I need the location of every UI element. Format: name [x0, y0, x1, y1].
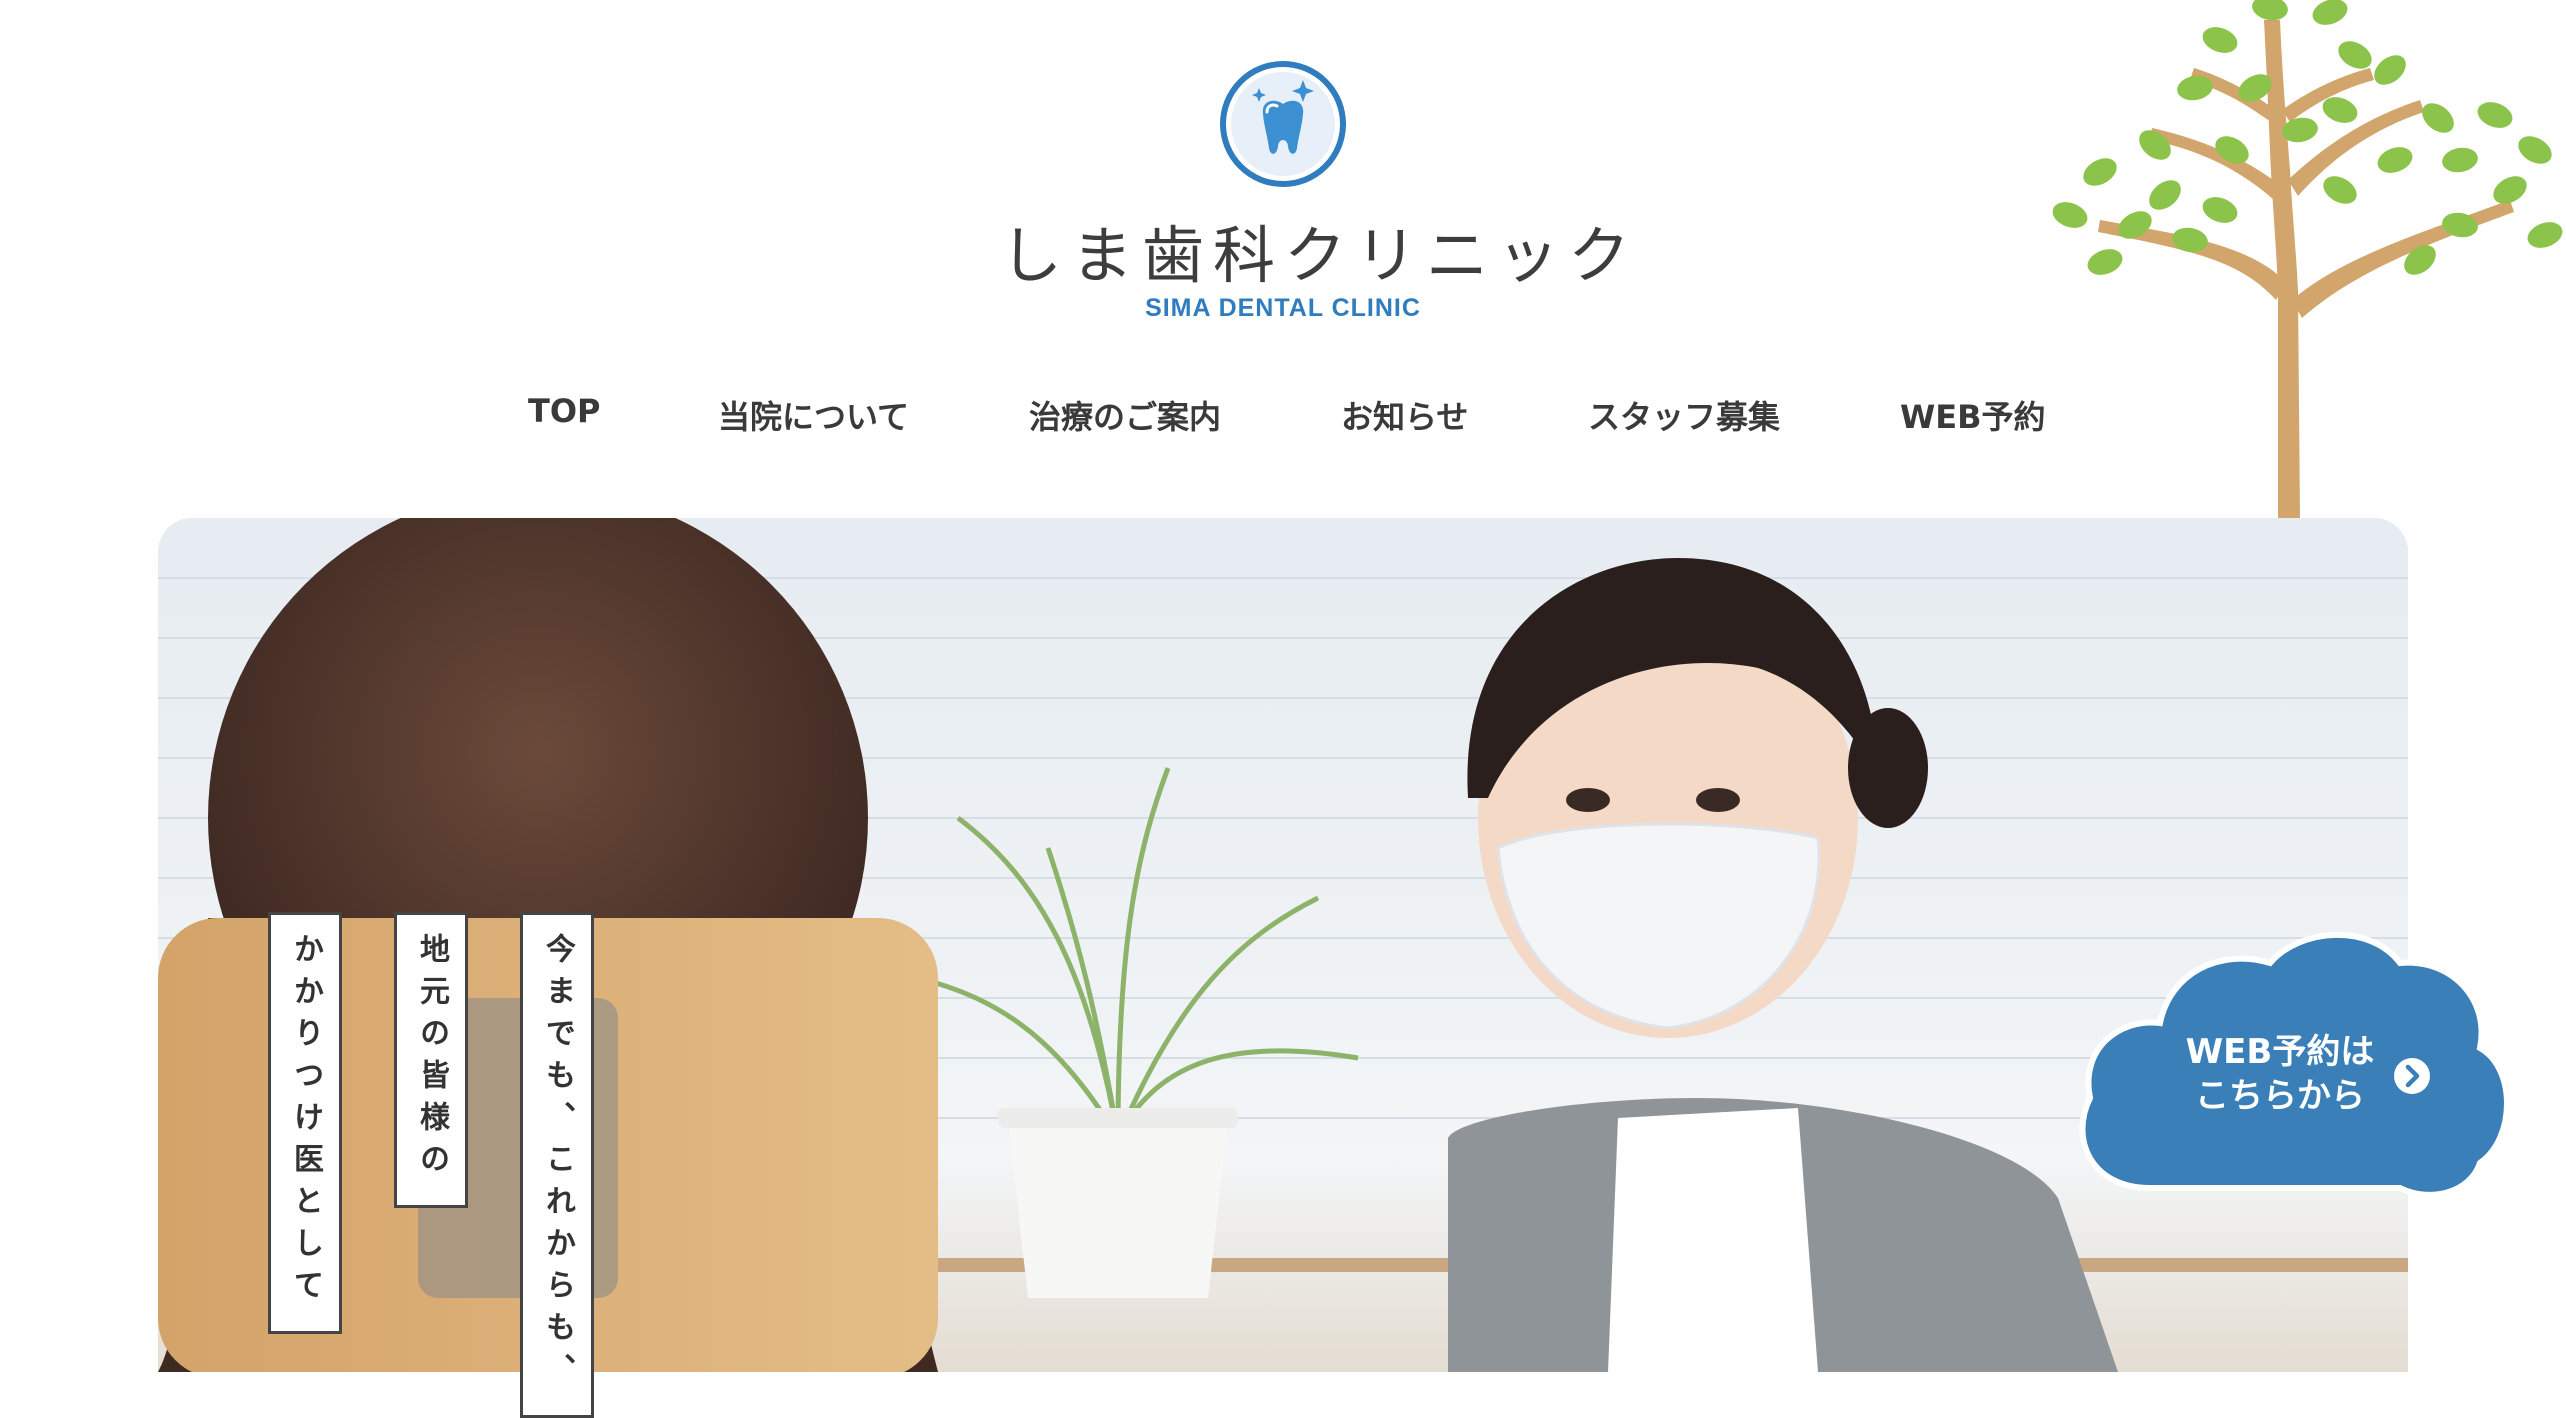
nav-item-news[interactable]: お知らせ	[1341, 392, 1468, 438]
web-reserve-label[interactable]: WEB予約は こちらから	[2160, 1030, 2400, 1118]
web-reserve-line1: WEB予約は	[2185, 1032, 2375, 1072]
tree-illustration	[2052, 0, 2563, 520]
web-reserve-line2: こちらから	[2195, 1076, 2365, 1116]
clinic-name: しま歯科クリニック	[1000, 219, 1640, 292]
nav-item-about[interactable]: 当院について	[718, 392, 909, 438]
nav-item-treatment[interactable]: 治療のご案内	[1029, 392, 1221, 438]
chevron-right-circle-icon[interactable]	[2392, 1056, 2432, 1096]
catch-line-2: 地元の皆様の	[394, 912, 468, 1208]
tooth-sparkle-icon	[1220, 61, 1346, 187]
nav-item-top[interactable]: TOP	[528, 392, 600, 430]
clinic-subtitle: SIMA DENTAL CLINIC	[1145, 294, 1421, 322]
catch-line-3: かかりつけ医として	[268, 912, 342, 1334]
catch-line-1: 今までも、これからも、	[520, 912, 594, 1418]
nav-item-recruit[interactable]: スタッフ募集	[1588, 392, 1780, 438]
nav-item-web-reserve[interactable]: WEB予約	[1900, 392, 2046, 438]
